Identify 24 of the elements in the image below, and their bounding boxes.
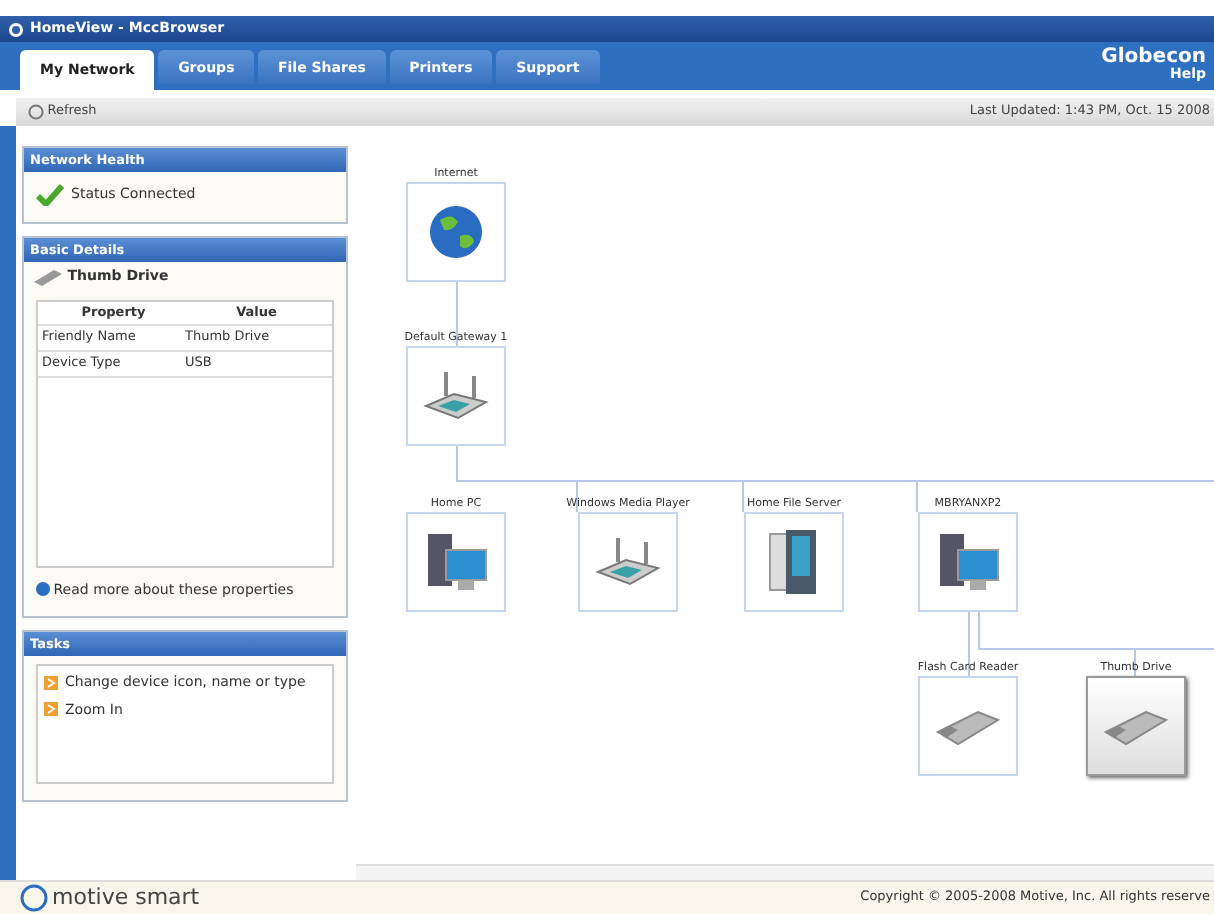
device-node[interactable] <box>744 512 844 612</box>
device-node[interactable] <box>1086 676 1186 776</box>
arrow-icon <box>44 675 58 690</box>
device-node[interactable] <box>918 512 1018 612</box>
computer-icon <box>934 530 1002 594</box>
device-node[interactable] <box>918 676 1018 776</box>
device-node[interactable] <box>578 512 678 612</box>
globe-icon <box>428 204 484 260</box>
checkmark-icon <box>36 184 64 206</box>
app-icon <box>8 21 24 37</box>
usb-drive-icon <box>32 267 64 286</box>
server-icon <box>766 528 822 596</box>
logo-text: motive smart <box>52 881 200 914</box>
device-node[interactable] <box>406 182 506 282</box>
computer-icon <box>422 530 490 594</box>
info-icon <box>36 582 50 597</box>
refresh-icon <box>28 104 44 120</box>
router-icon <box>422 370 490 422</box>
device-node[interactable] <box>406 512 506 612</box>
logo-icon <box>20 884 48 912</box>
device-node[interactable] <box>406 346 506 446</box>
brand-name: Globecon <box>1101 46 1206 68</box>
router-icon <box>594 536 662 588</box>
arrow-icon <box>44 702 58 717</box>
